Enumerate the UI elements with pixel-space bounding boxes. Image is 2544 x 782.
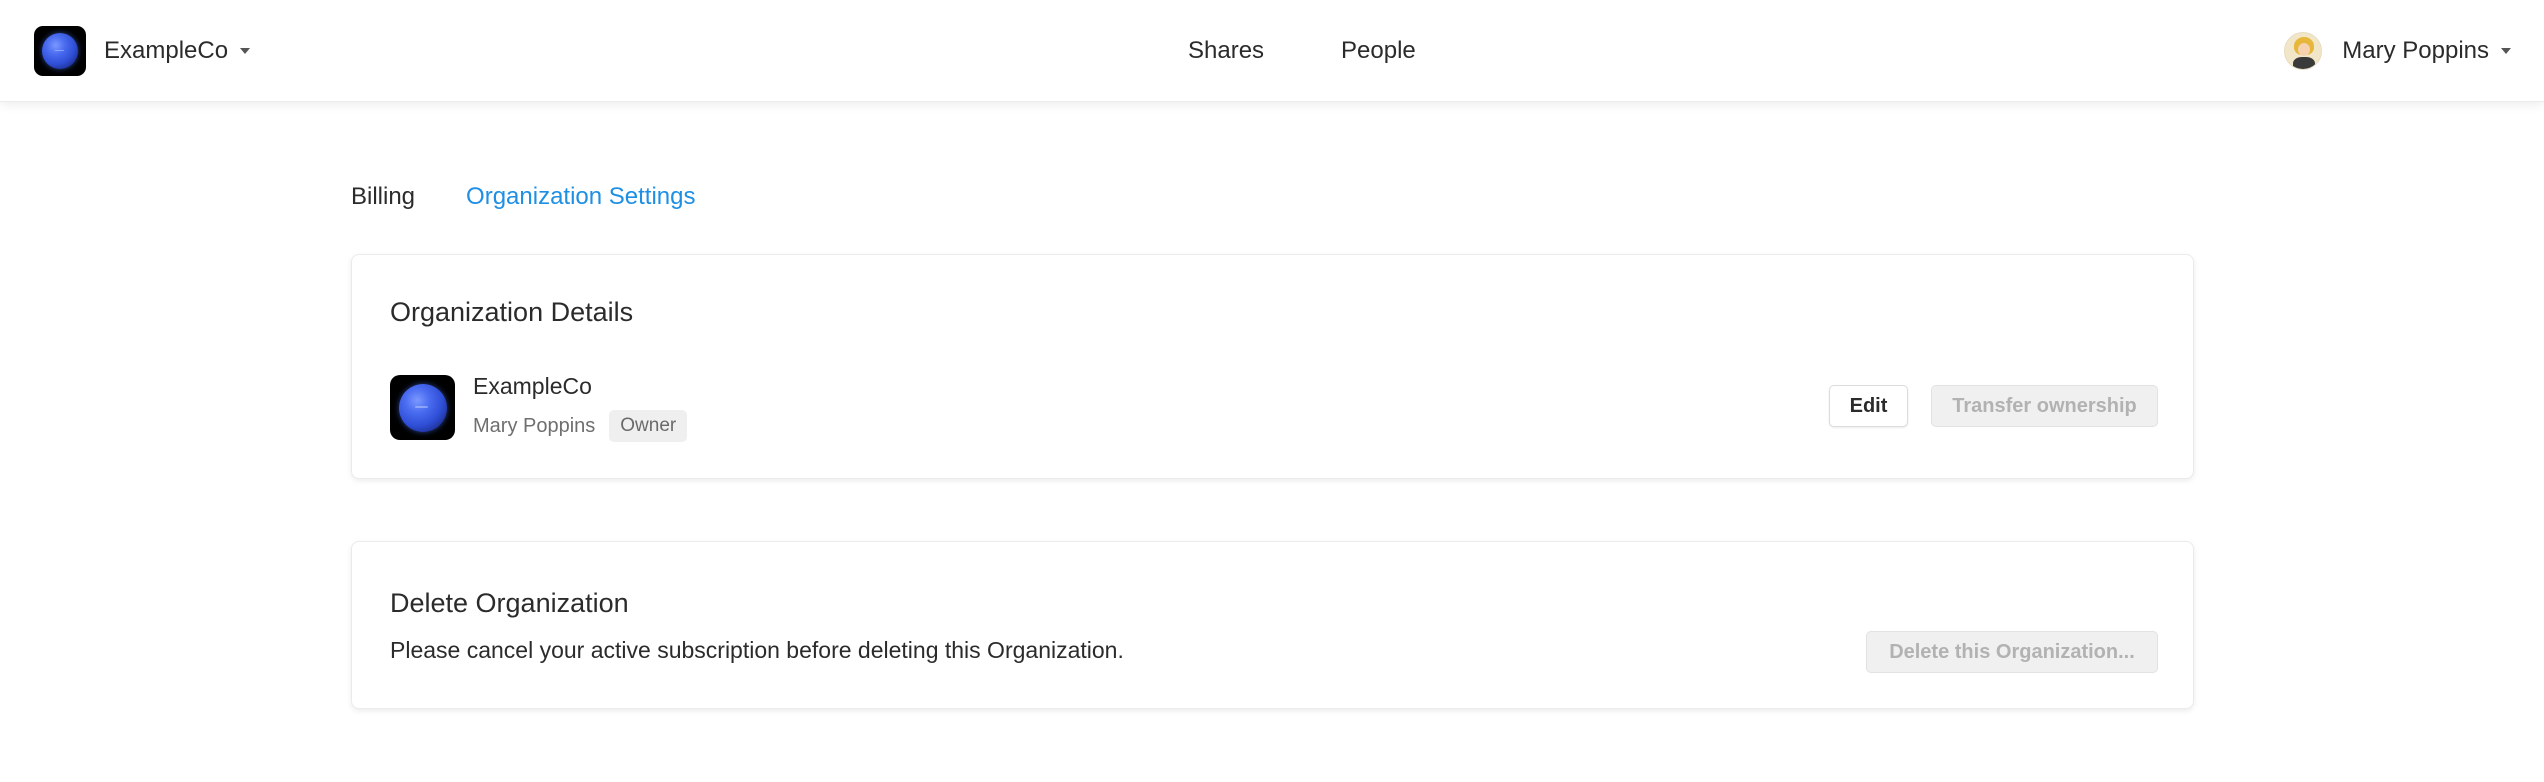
- user-menu[interactable]: Mary Poppins: [2284, 26, 2511, 76]
- org-meta: Mary Poppins Owner: [473, 410, 688, 442]
- org-switcher-name: ExampleCo: [104, 37, 229, 64]
- card-title: Organization Details: [390, 297, 634, 327]
- card-title: Delete Organization: [390, 588, 629, 618]
- org-summary: ExampleCo Mary Poppins Owner: [390, 373, 688, 442]
- org-info: ExampleCo Mary Poppins Owner: [473, 373, 688, 442]
- delete-organization-card: Delete Organization Please cancel your a…: [351, 541, 2194, 709]
- transfer-ownership-button[interactable]: Transfer ownership: [1931, 385, 2158, 427]
- delete-organization-button[interactable]: Delete this Organization...: [1866, 631, 2158, 673]
- owner-name: Mary Poppins: [473, 414, 596, 437]
- settings-tabs: Billing Organization Settings: [351, 183, 747, 211]
- chevron-down-icon: [2501, 48, 2511, 54]
- org-name: ExampleCo: [473, 373, 592, 399]
- avatar: [2284, 32, 2323, 70]
- nav-people[interactable]: People: [1341, 37, 1416, 65]
- nav-shares[interactable]: Shares: [1188, 37, 1264, 65]
- org-logo: [390, 375, 455, 440]
- tab-organization-settings[interactable]: Organization Settings: [466, 183, 695, 211]
- organization-details-card: Organization Details ExampleCo Mary Popp…: [351, 254, 2194, 479]
- org-switcher[interactable]: ExampleCo: [34, 26, 251, 76]
- planet-logo-icon: [42, 33, 78, 69]
- tab-billing[interactable]: Billing: [351, 183, 415, 211]
- top-navigation-bar: ExampleCo Shares People Mary Poppins: [0, 0, 2544, 102]
- role-badge: Owner: [609, 410, 688, 442]
- planet-logo-icon: [398, 383, 447, 432]
- edit-button[interactable]: Edit: [1829, 385, 1908, 427]
- chevron-down-icon: [240, 48, 251, 54]
- main-nav: Shares People: [1188, 0, 1416, 102]
- delete-warning-text: Please cancel your active subscription b…: [390, 637, 1124, 663]
- user-name: Mary Poppins: [2342, 37, 2489, 64]
- org-logo: [34, 26, 86, 76]
